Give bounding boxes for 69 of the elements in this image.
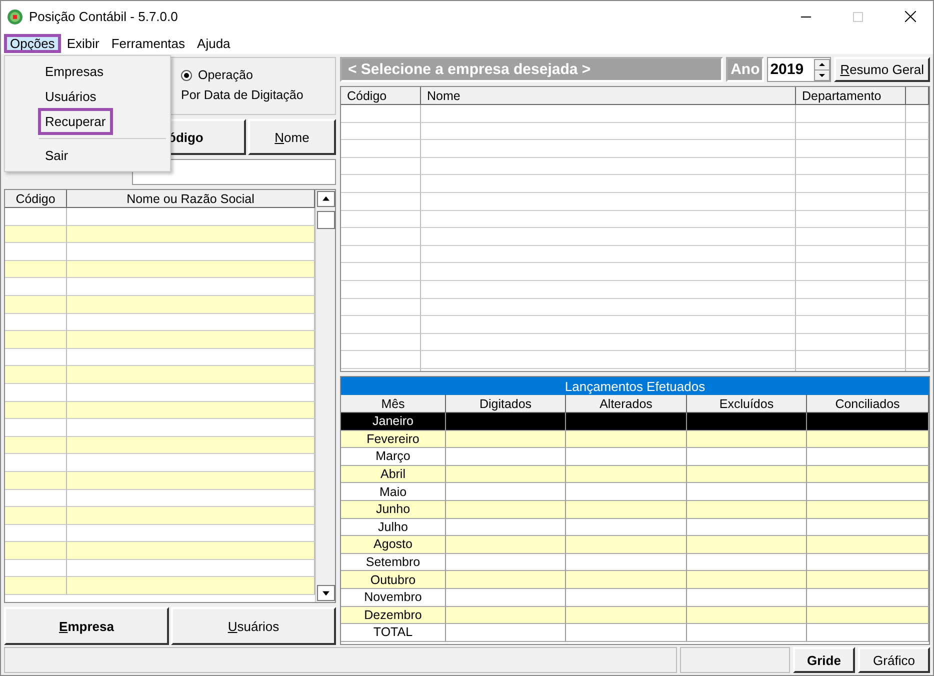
window-title: Posição Contábil - 5.7.0.0 (29, 9, 179, 24)
year-spinner[interactable]: 2019 (767, 57, 832, 82)
table-row[interactable] (341, 246, 929, 264)
column-header[interactable]: Departamento (796, 87, 906, 105)
table-row[interactable]: Outubro (341, 571, 929, 589)
app-icon (7, 8, 23, 24)
table-row[interactable]: Janeiro (341, 413, 929, 431)
table-row[interactable]: Novembro (341, 588, 929, 607)
table-row[interactable] (341, 334, 929, 352)
menu-item[interactable]: Exibir (60, 34, 106, 52)
view-button[interactable]: Gride (793, 647, 855, 673)
menu-option[interactable]: Sair (38, 142, 76, 169)
scroll-thumb[interactable] (317, 211, 335, 229)
column-header[interactable]: Nome (421, 87, 796, 105)
table-row[interactable]: Agosto (341, 536, 929, 554)
menu-item[interactable]: Ferramentas (105, 34, 192, 52)
radio-button[interactable] (181, 70, 192, 80)
scrollbar[interactable] (315, 190, 335, 602)
table-row[interactable]: Dezembro (341, 606, 929, 624)
table-row[interactable]: Junho (341, 500, 929, 519)
table-row[interactable]: Março (341, 448, 929, 466)
tab-button[interactable]: Usuários (171, 607, 336, 645)
menu-item[interactable]: Ajuda (191, 34, 236, 52)
group-caption: Por Data de Digitação (181, 88, 304, 102)
table-row[interactable] (341, 210, 929, 228)
column-header[interactable]: Código (5, 190, 67, 208)
table-row[interactable]: Setembro (341, 554, 929, 572)
radio-label: Operação (198, 68, 253, 82)
table-row[interactable] (341, 105, 929, 123)
scroll-down-icon[interactable] (317, 585, 335, 601)
column-header[interactable]: Código (341, 87, 421, 105)
menu-option[interactable]: Empresas (38, 58, 111, 85)
summary-button[interactable]: Resumo Geral (834, 57, 930, 82)
table-row[interactable]: Fevereiro (341, 430, 929, 448)
table-row[interactable] (341, 122, 929, 140)
table-row[interactable] (341, 316, 929, 334)
menu-item[interactable]: Opções (4, 34, 61, 52)
search-field[interactable] (132, 159, 336, 185)
view-button[interactable]: Gráfico (858, 647, 930, 673)
table-title: Lançamentos Efetuados (341, 377, 929, 395)
table-row[interactable]: Julho (341, 518, 929, 536)
table-row[interactable] (341, 263, 929, 281)
table-row[interactable] (341, 351, 929, 369)
month-cell: TOTAL (341, 624, 446, 642)
column-header[interactable]: Digitados (446, 395, 566, 413)
column-header[interactable]: Alterados (566, 395, 687, 413)
column-header[interactable]: Mês (341, 395, 446, 413)
scroll-up-icon[interactable] (317, 191, 335, 207)
menu-option[interactable]: Usuários (38, 83, 104, 110)
table-row[interactable] (341, 175, 929, 193)
year-label: Ano (726, 57, 764, 82)
table-row[interactable] (341, 298, 929, 316)
company-prompt: < Selecione a empresa desejada > (340, 57, 724, 82)
table-row[interactable]: Maio (341, 483, 929, 501)
menu-option[interactable]: Recuperar (38, 108, 113, 135)
column-header[interactable]: Conciliados (807, 395, 929, 413)
header-filler (906, 87, 929, 105)
table-row[interactable] (341, 192, 929, 211)
table-row[interactable] (341, 158, 929, 176)
table-row[interactable] (341, 280, 929, 299)
tab-button[interactable]: Empresa (4, 607, 169, 645)
table-row[interactable] (341, 140, 929, 158)
spin-arrows-icon[interactable] (814, 58, 830, 80)
column-header[interactable]: Excluídos (687, 395, 807, 413)
table-row[interactable]: Abril (341, 466, 929, 484)
column-header[interactable]: Nome ou Razão Social (67, 190, 315, 208)
sort-button[interactable]: Nome (248, 119, 336, 155)
table-row[interactable]: TOTAL (341, 624, 929, 642)
table-row[interactable] (341, 228, 929, 246)
